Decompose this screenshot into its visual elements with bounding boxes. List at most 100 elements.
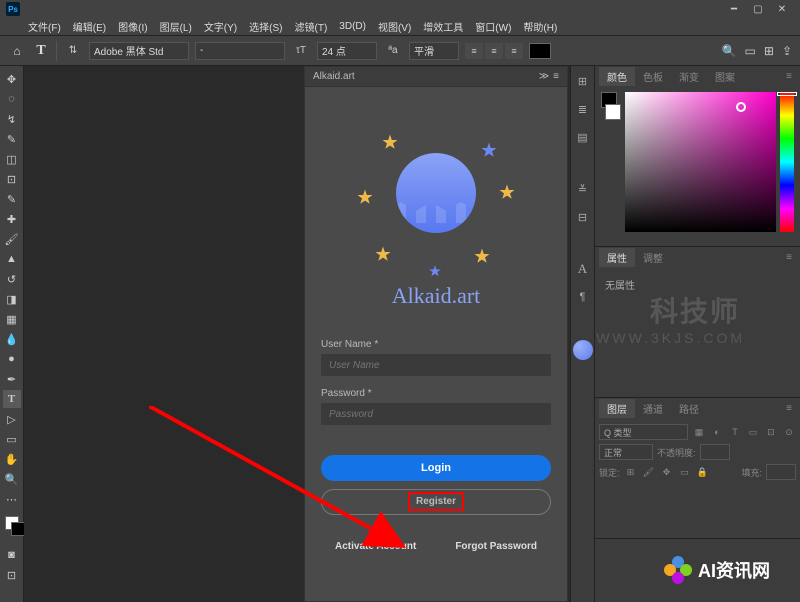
frame-tool[interactable]: ⊡: [3, 170, 21, 188]
menu-file[interactable]: 文件(F): [22, 19, 67, 34]
activate-account-link[interactable]: Activate Account: [335, 541, 416, 552]
register-button[interactable]: Register: [321, 489, 551, 515]
lock-transparency-icon[interactable]: ⊞: [624, 465, 638, 479]
filter-adjust-icon[interactable]: ◐: [710, 425, 724, 439]
dock-brushes-icon[interactable]: ≣: [574, 100, 592, 118]
orientation-toggle-icon[interactable]: ⇅: [63, 42, 83, 60]
panel-menu-icon[interactable]: ≡: [786, 71, 796, 82]
text-color-swatch[interactable]: [529, 43, 551, 59]
dock-history-icon[interactable]: ▤: [574, 128, 592, 146]
dock-styles-icon[interactable]: ⊟: [574, 208, 592, 226]
minimize-button[interactable]: ━: [722, 2, 746, 16]
dock-swatches-icon[interactable]: ⊞: [574, 72, 592, 90]
search-icon[interactable]: 🔍: [722, 44, 737, 58]
lasso-tool[interactable]: ↯: [3, 110, 21, 128]
dock-character-icon[interactable]: A: [574, 260, 592, 278]
rectangle-tool[interactable]: ▭: [3, 430, 21, 448]
color-swatches[interactable]: [5, 516, 19, 544]
plugin-collapse-icon[interactable]: ≫: [539, 71, 549, 82]
dock-paragraph-icon[interactable]: ¶: [574, 288, 592, 306]
align-left-button[interactable]: ≡: [465, 43, 483, 59]
maximize-button[interactable]: ▢: [746, 2, 770, 16]
dock-alkaid-icon[interactable]: [573, 340, 593, 360]
path-select-tool[interactable]: ▷: [3, 410, 21, 428]
gradient-tool[interactable]: ▦: [3, 310, 21, 328]
font-size-select[interactable]: 24 点: [317, 42, 377, 60]
screen-mode[interactable]: ⊡: [3, 566, 21, 584]
lock-artboard-icon[interactable]: ▭: [678, 465, 692, 479]
password-input[interactable]: [321, 403, 551, 425]
eraser-tool[interactable]: ◨: [3, 290, 21, 308]
healing-tool[interactable]: ✚: [3, 210, 21, 228]
menu-plugins[interactable]: 增效工具: [417, 19, 469, 34]
filter-pixel-icon[interactable]: ▦: [692, 425, 706, 439]
opacity-value[interactable]: [700, 444, 730, 460]
dodge-tool[interactable]: ●: [3, 350, 21, 368]
close-button[interactable]: ✕: [770, 2, 794, 16]
menu-edit[interactable]: 编辑(E): [67, 19, 112, 34]
layer-filter-select[interactable]: Q 类型: [599, 424, 688, 440]
plugin-menu-icon[interactable]: ≡: [553, 71, 559, 82]
menu-image[interactable]: 图像(I): [112, 19, 153, 34]
quick-select-tool[interactable]: ✎: [3, 130, 21, 148]
tab-gradients[interactable]: 渐变: [671, 67, 707, 86]
home-button[interactable]: ⌂: [8, 42, 26, 60]
share-icon[interactable]: ⇪: [782, 44, 792, 58]
menu-3d[interactable]: 3D(D): [333, 21, 372, 32]
eyedropper-tool[interactable]: ✎: [3, 190, 21, 208]
anti-alias-select[interactable]: 平滑: [409, 42, 459, 60]
color-current-swatches[interactable]: [601, 92, 621, 240]
font-style-select[interactable]: -: [195, 42, 285, 60]
canvas-area[interactable]: Alkaid.art ≫ ≡ Alkaid.art: [24, 66, 570, 602]
tab-channels[interactable]: 通道: [635, 399, 671, 418]
edit-toolbar[interactable]: ⋯: [3, 490, 21, 508]
tab-swatches[interactable]: 色板: [635, 67, 671, 86]
lock-pixels-icon[interactable]: 🖌: [642, 465, 656, 479]
align-right-button[interactable]: ≡: [505, 43, 523, 59]
blend-mode-select[interactable]: 正常: [599, 444, 653, 460]
tab-properties[interactable]: 属性: [599, 248, 635, 267]
dock-adjustments-icon[interactable]: ≚: [574, 180, 592, 198]
forgot-password-link[interactable]: Forgot Password: [455, 541, 537, 552]
cloud-docs-icon[interactable]: ▭: [745, 44, 756, 58]
filter-smart-icon[interactable]: ⊡: [764, 425, 778, 439]
move-tool[interactable]: ✥: [3, 70, 21, 88]
workspace-icon[interactable]: ⊞: [764, 44, 774, 58]
menu-help[interactable]: 帮助(H): [517, 19, 563, 34]
fill-value[interactable]: [766, 464, 796, 480]
menu-filter[interactable]: 滤镜(T): [289, 19, 334, 34]
history-brush-tool[interactable]: ↺: [3, 270, 21, 288]
menu-window[interactable]: 窗口(W): [469, 19, 517, 34]
filter-type-icon[interactable]: T: [728, 425, 742, 439]
tab-patterns[interactable]: 图案: [707, 67, 743, 86]
hand-tool[interactable]: ✋: [3, 450, 21, 468]
blur-tool[interactable]: 💧: [3, 330, 21, 348]
panel-menu-icon[interactable]: ≡: [786, 403, 796, 414]
crop-tool[interactable]: ◫: [3, 150, 21, 168]
tab-paths[interactable]: 路径: [671, 399, 707, 418]
stamp-tool[interactable]: ▲: [3, 250, 21, 268]
type-tool[interactable]: T: [3, 390, 21, 408]
tab-color[interactable]: 颜色: [599, 67, 635, 86]
menu-select[interactable]: 选择(S): [243, 19, 288, 34]
quick-mask-mode[interactable]: ◙: [3, 546, 21, 564]
type-tool-icon[interactable]: T: [32, 42, 50, 60]
menu-type[interactable]: 文字(Y): [198, 19, 243, 34]
hue-slider[interactable]: [780, 92, 794, 232]
brush-tool[interactable]: 🖌: [3, 230, 21, 248]
login-button[interactable]: Login: [321, 455, 551, 481]
filter-shape-icon[interactable]: ▭: [746, 425, 760, 439]
username-input[interactable]: [321, 354, 551, 376]
menu-layer[interactable]: 图层(L): [154, 19, 198, 34]
zoom-tool[interactable]: 🔍: [3, 470, 21, 488]
font-family-select[interactable]: Adobe 黑体 Std: [89, 42, 189, 60]
tab-adjustments[interactable]: 调整: [635, 248, 671, 267]
filter-toggle-icon[interactable]: ⊙: [782, 425, 796, 439]
align-center-button[interactable]: ≡: [485, 43, 503, 59]
pen-tool[interactable]: ✒: [3, 370, 21, 388]
tab-layers[interactable]: 图层: [599, 399, 635, 418]
color-picker[interactable]: [625, 92, 776, 232]
marquee-tool[interactable]: ◌: [3, 90, 21, 108]
lock-all-icon[interactable]: 🔒: [696, 465, 710, 479]
menu-view[interactable]: 视图(V): [372, 19, 417, 34]
